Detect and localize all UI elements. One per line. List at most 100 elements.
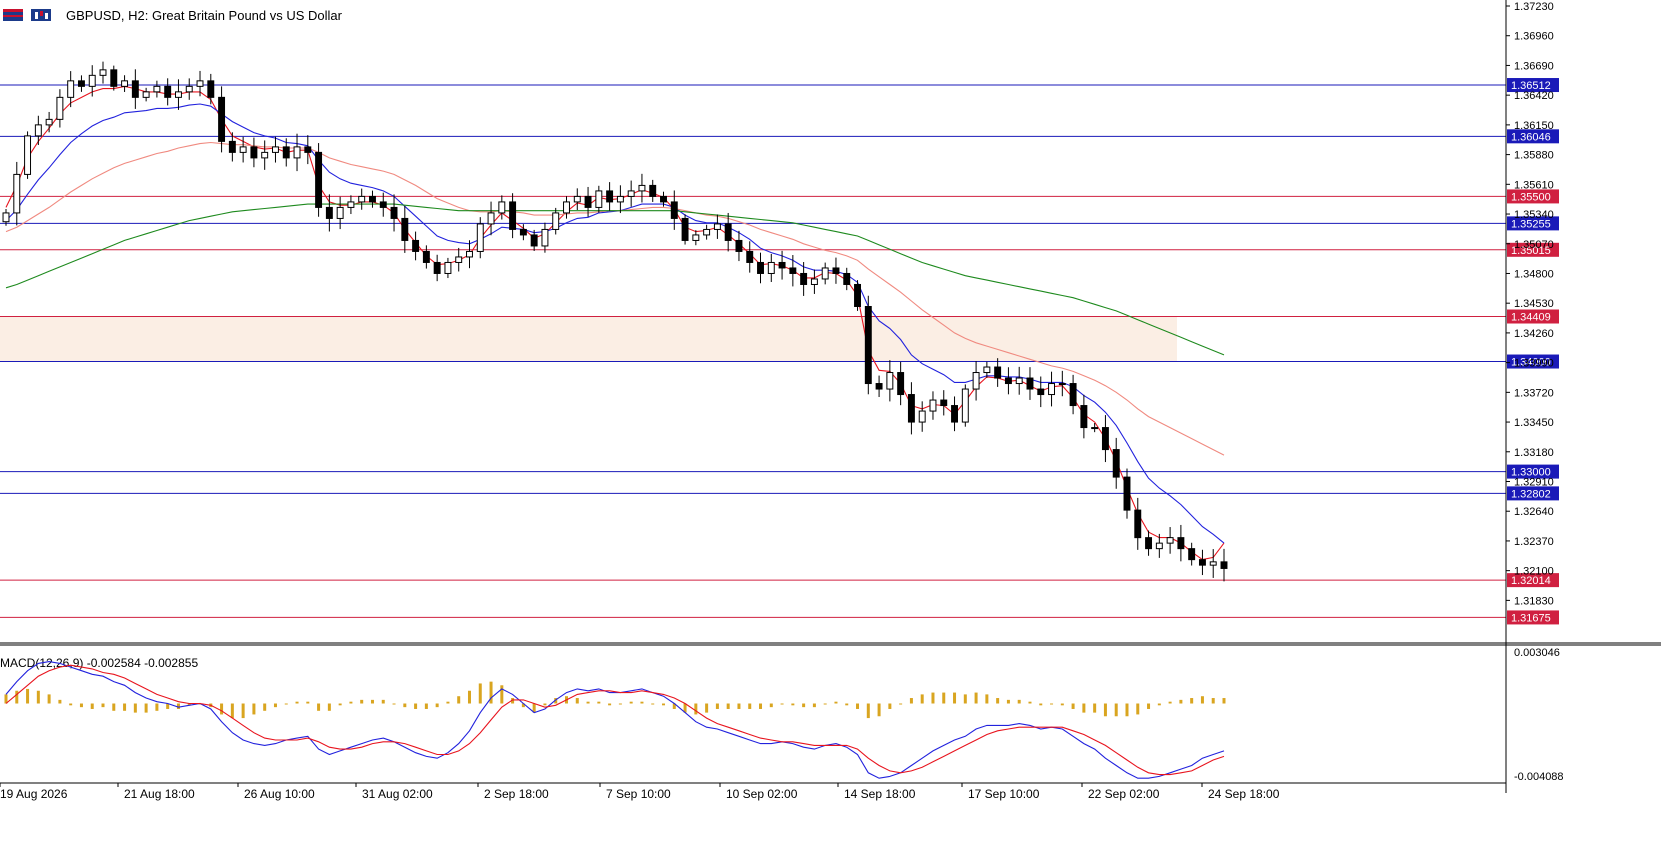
macd-histogram-bar [1050,703,1054,705]
candle-body [315,151,323,208]
macd-histogram-bar [446,701,450,704]
macd-histogram-bar [877,703,881,717]
candle-body [142,91,150,98]
candle-body [390,206,398,219]
candle-body [972,372,980,390]
price-tick-label: 1.31830 [1514,595,1554,607]
time-tick-label: 19 Aug 2026 [0,787,68,801]
macd-histogram-bar [866,703,870,719]
candle-body [1069,383,1077,407]
candle-body [800,272,808,285]
candle-body [660,195,667,203]
macd-signal-line [5,664,1225,776]
macd-main-line [5,661,1225,779]
macd-histogram-bar [424,703,428,709]
level-price-label: 1.36046 [1511,131,1551,143]
candle-body [2,212,10,223]
macd-histogram-bar [295,701,299,704]
macd-histogram-bar [403,703,407,708]
macd-axis-top-label: 0.003046 [1514,647,1560,659]
candle-body [713,223,721,230]
candle-body [412,239,420,252]
macd-histogram-bar [306,701,310,704]
macd-histogram-bar [220,703,224,715]
candle-body [1209,561,1217,566]
candle-body [854,283,861,307]
candle-body [293,146,301,159]
macd-histogram-bar [791,703,795,706]
candle-body [1015,377,1023,385]
macd-histogram-bar [618,703,622,705]
macd-axis-bottom-label: -0.004088 [1514,771,1564,783]
macd-histogram-bar [845,703,849,706]
macd-histogram-bar [909,698,913,704]
candle-body [121,80,129,87]
candle-body [606,190,614,203]
level-price-label: 1.32802 [1511,488,1551,500]
time-tick-label: 24 Sep 18:00 [1208,787,1280,801]
candle-body [34,124,42,137]
candle-body [207,80,215,98]
candle-body [541,228,549,247]
candle-body [56,96,64,120]
macd-histogram-bar [467,690,471,704]
candle-body [789,267,797,274]
price-chart[interactable]: 1.365121.360461.355001.352551.350151.344… [0,0,1661,853]
macd-histogram-bar [47,694,51,704]
time-tick-label: 17 Sep 10:00 [968,787,1040,801]
macd-histogram-bar [112,703,116,711]
macd-histogram-bar [597,701,601,704]
candle-body [778,261,786,269]
macd-histogram-bar [662,703,666,706]
macd-histogram-bar [414,703,418,709]
price-tick-label: 1.32910 [1514,477,1554,489]
candle-body [250,146,258,159]
macd-histogram-bar [1136,703,1140,715]
candle-body [897,372,905,396]
candle-body [444,261,452,274]
macd-histogram-bar [931,692,935,704]
price-tick-label: 1.32370 [1514,536,1554,548]
macd-histogram-bar [284,703,288,705]
chart-window[interactable]: GBPUSD, H2: Great Britain Pound vs US Do… [0,0,1661,853]
macd-histogram-bar [726,703,730,709]
macd-histogram-bar [963,694,967,704]
candle-body [1101,427,1109,451]
macd-histogram-bar [586,701,590,704]
candle-body [272,146,279,153]
price-tick-label: 1.36420 [1514,90,1554,102]
price-tick-label: 1.37230 [1514,1,1554,13]
price-tick-label: 1.34530 [1514,298,1554,310]
candle-body [509,201,517,230]
macd-histogram-bar [953,692,957,704]
time-tick-label: 7 Sep 10:00 [606,787,671,801]
candle-body [746,250,754,263]
candle-body [1112,449,1120,478]
candle-body [304,146,312,153]
macd-histogram-bar [1200,696,1204,704]
macd-histogram-bar [36,690,40,704]
macd-histogram-bar [1168,701,1172,704]
candle-body [1177,537,1185,550]
macd-histogram-bar [349,701,353,704]
macd-histogram-bar [1157,703,1161,706]
price-tick-label: 1.33450 [1514,417,1554,429]
candle-body [336,206,344,219]
macd-histogram-bar [435,703,439,708]
macd-histogram-bar [338,703,342,706]
macd-histogram-bar [15,690,19,704]
macd-histogram-bar [58,699,62,704]
price-tick-label: 1.35070 [1514,239,1554,251]
price-tick-label: 1.32640 [1514,506,1554,518]
macd-histogram-bar [90,703,94,709]
macd-histogram-bar [241,703,245,719]
macd-histogram-bar [1211,698,1215,704]
candle-body [153,85,161,93]
macd-histogram-bar [769,703,773,708]
macd-histogram-bar [327,703,331,711]
candle-body [174,91,182,98]
candle-body [638,184,646,192]
macd-histogram-bar [543,703,547,706]
macd-histogram-bar [478,683,482,704]
candle-body [379,201,387,208]
